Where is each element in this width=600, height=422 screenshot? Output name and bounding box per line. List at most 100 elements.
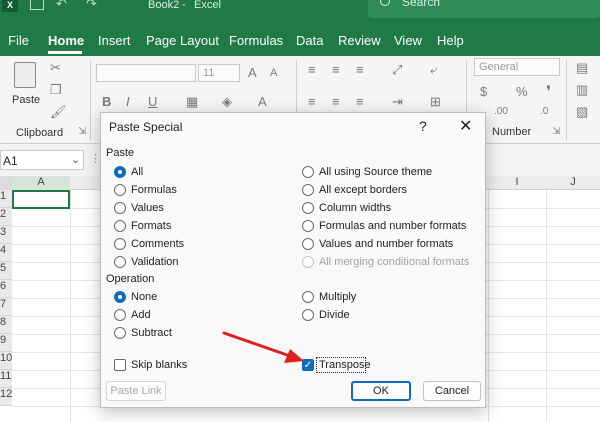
radio-multiply-label[interactable]: Multiply bbox=[319, 291, 356, 303]
bold-icon[interactable]: B bbox=[102, 94, 111, 109]
row-header[interactable]: 10 bbox=[0, 352, 12, 370]
row-header[interactable]: 7 bbox=[0, 298, 12, 316]
search-box[interactable]: Search bbox=[368, 0, 600, 18]
orientation-icon[interactable]: ⤢ bbox=[392, 62, 402, 78]
cell-styles-icon[interactable]: ▧ bbox=[576, 104, 588, 120]
menu-data[interactable]: Data bbox=[296, 33, 323, 48]
font-color-icon[interactable]: A bbox=[258, 94, 267, 109]
redo-icon[interactable]: ↷ bbox=[86, 0, 97, 12]
radio-formulas[interactable] bbox=[114, 184, 126, 196]
radio-multiply[interactable] bbox=[302, 291, 314, 303]
row-header[interactable]: 5 bbox=[0, 262, 12, 280]
cancel-button[interactable]: Cancel bbox=[423, 381, 481, 401]
radio-divide-label[interactable]: Divide bbox=[319, 309, 350, 321]
decrease-decimal-icon[interactable]: .00 bbox=[494, 106, 508, 117]
radio-formats-label[interactable]: Formats bbox=[131, 220, 171, 232]
radio-comments[interactable] bbox=[114, 238, 126, 250]
copy-icon[interactable]: ❐ bbox=[50, 82, 62, 98]
align-right-icon[interactable]: ≡ bbox=[356, 94, 364, 109]
radio-add-label[interactable]: Add bbox=[131, 309, 151, 321]
menu-view[interactable]: View bbox=[394, 33, 422, 48]
increase-decimal-icon[interactable]: .0 bbox=[540, 106, 548, 117]
row-header[interactable]: 11 bbox=[0, 370, 12, 388]
radio-none-label[interactable]: None bbox=[131, 291, 157, 303]
align-left-icon[interactable]: ≡ bbox=[308, 94, 316, 109]
row-header[interactable]: 4 bbox=[0, 244, 12, 262]
currency-icon[interactable]: $ bbox=[480, 84, 487, 99]
menu-help[interactable]: Help bbox=[437, 33, 464, 48]
align-top-icon[interactable]: ≡ bbox=[308, 62, 316, 77]
skip-blanks-label[interactable]: Skip blanks bbox=[131, 359, 187, 371]
radio-column-widths-label[interactable]: Column widths bbox=[319, 202, 391, 214]
selected-cell-a1[interactable] bbox=[12, 190, 70, 209]
indent-icon[interactable]: ⇥ bbox=[392, 94, 403, 110]
decrease-font-icon[interactable]: A bbox=[270, 67, 277, 79]
format-as-table-icon[interactable]: ▥ bbox=[576, 82, 588, 98]
radio-values-and-number-formats[interactable] bbox=[302, 238, 314, 250]
radio-values[interactable] bbox=[114, 202, 126, 214]
radio-comments-label[interactable]: Comments bbox=[131, 238, 184, 250]
font-name-select[interactable] bbox=[96, 64, 196, 82]
radio-values-label[interactable]: Values bbox=[131, 202, 164, 214]
menu-file[interactable]: File bbox=[8, 33, 29, 48]
row-header[interactable]: 9 bbox=[0, 334, 12, 352]
help-button[interactable]: ? bbox=[419, 118, 427, 134]
undo-icon[interactable]: ↶ bbox=[56, 0, 67, 12]
underline-icon[interactable]: U bbox=[148, 94, 157, 109]
menu-page-layout[interactable]: Page Layout bbox=[146, 33, 219, 48]
comma-style-icon[interactable]: ❜ bbox=[546, 82, 551, 102]
radio-subtract-label[interactable]: Subtract bbox=[131, 327, 172, 339]
align-middle-icon[interactable]: ≡ bbox=[332, 62, 340, 77]
percent-icon[interactable]: % bbox=[516, 84, 528, 99]
radio-add[interactable] bbox=[114, 309, 126, 321]
skip-blanks-checkbox[interactable] bbox=[114, 359, 126, 371]
cut-icon[interactable]: ✂ bbox=[50, 60, 61, 76]
number-format-select[interactable]: General bbox=[474, 58, 560, 76]
radio-all[interactable] bbox=[114, 166, 126, 178]
radio-all-using-source-theme[interactable] bbox=[302, 166, 314, 178]
select-all-corner[interactable] bbox=[0, 176, 12, 190]
chevron-down-icon[interactable]: ⌄ bbox=[71, 153, 80, 166]
borders-icon[interactable]: ▦ bbox=[186, 94, 198, 110]
radio-all-label[interactable]: All bbox=[131, 166, 143, 178]
radio-validation[interactable] bbox=[114, 256, 126, 268]
radio-column-widths[interactable] bbox=[302, 202, 314, 214]
radio-all-except-borders[interactable] bbox=[302, 184, 314, 196]
row-header[interactable]: 12 bbox=[0, 388, 12, 406]
menu-home[interactable]: Home bbox=[48, 33, 84, 48]
row-header[interactable]: 3 bbox=[0, 226, 12, 244]
radio-formulas-and-number-formats[interactable] bbox=[302, 220, 314, 232]
italic-icon[interactable]: I bbox=[126, 94, 130, 109]
column-header-a[interactable]: A bbox=[12, 176, 70, 190]
row-header[interactable]: 6 bbox=[0, 280, 12, 298]
row-header[interactable]: 1 bbox=[0, 190, 12, 208]
name-box[interactable]: A1 ⌄ bbox=[0, 150, 84, 170]
font-size-select[interactable]: 11 bbox=[198, 64, 240, 82]
column-header-j[interactable]: J bbox=[546, 176, 600, 190]
radio-validation-label[interactable]: Validation bbox=[131, 256, 179, 268]
radio-subtract[interactable] bbox=[114, 327, 126, 339]
menu-review[interactable]: Review bbox=[338, 33, 381, 48]
radio-none[interactable] bbox=[114, 291, 126, 303]
radio-formulas-and-number-formats-label[interactable]: Formulas and number formats bbox=[319, 220, 466, 232]
radio-all-except-borders-label[interactable]: All except borders bbox=[319, 184, 407, 196]
align-bottom-icon[interactable]: ≡ bbox=[356, 62, 364, 77]
radio-formats[interactable] bbox=[114, 220, 126, 232]
wrap-text-icon[interactable]: ⤶ bbox=[430, 62, 437, 78]
radio-values-and-number-formats-label[interactable]: Values and number formats bbox=[319, 238, 453, 250]
close-button[interactable]: ✕ bbox=[459, 116, 472, 136]
save-icon[interactable] bbox=[30, 0, 44, 10]
clipboard-launcher-icon[interactable]: ⇲ bbox=[78, 126, 86, 137]
align-center-icon[interactable]: ≡ bbox=[332, 94, 340, 109]
radio-all-using-source-theme-label[interactable]: All using Source theme bbox=[319, 166, 432, 178]
radio-formulas-label[interactable]: Formulas bbox=[131, 184, 177, 196]
radio-divide[interactable] bbox=[302, 309, 314, 321]
increase-font-icon[interactable]: A bbox=[248, 65, 257, 80]
row-header[interactable]: 8 bbox=[0, 316, 12, 334]
format-painter-icon[interactable]: 🖌 bbox=[50, 104, 67, 120]
ok-button[interactable]: OK bbox=[351, 381, 411, 401]
column-header-i[interactable]: I bbox=[488, 176, 546, 190]
paste-button[interactable]: Paste bbox=[12, 94, 40, 106]
number-launcher-icon[interactable]: ⇲ bbox=[552, 126, 560, 137]
row-header[interactable]: 2 bbox=[0, 208, 12, 226]
